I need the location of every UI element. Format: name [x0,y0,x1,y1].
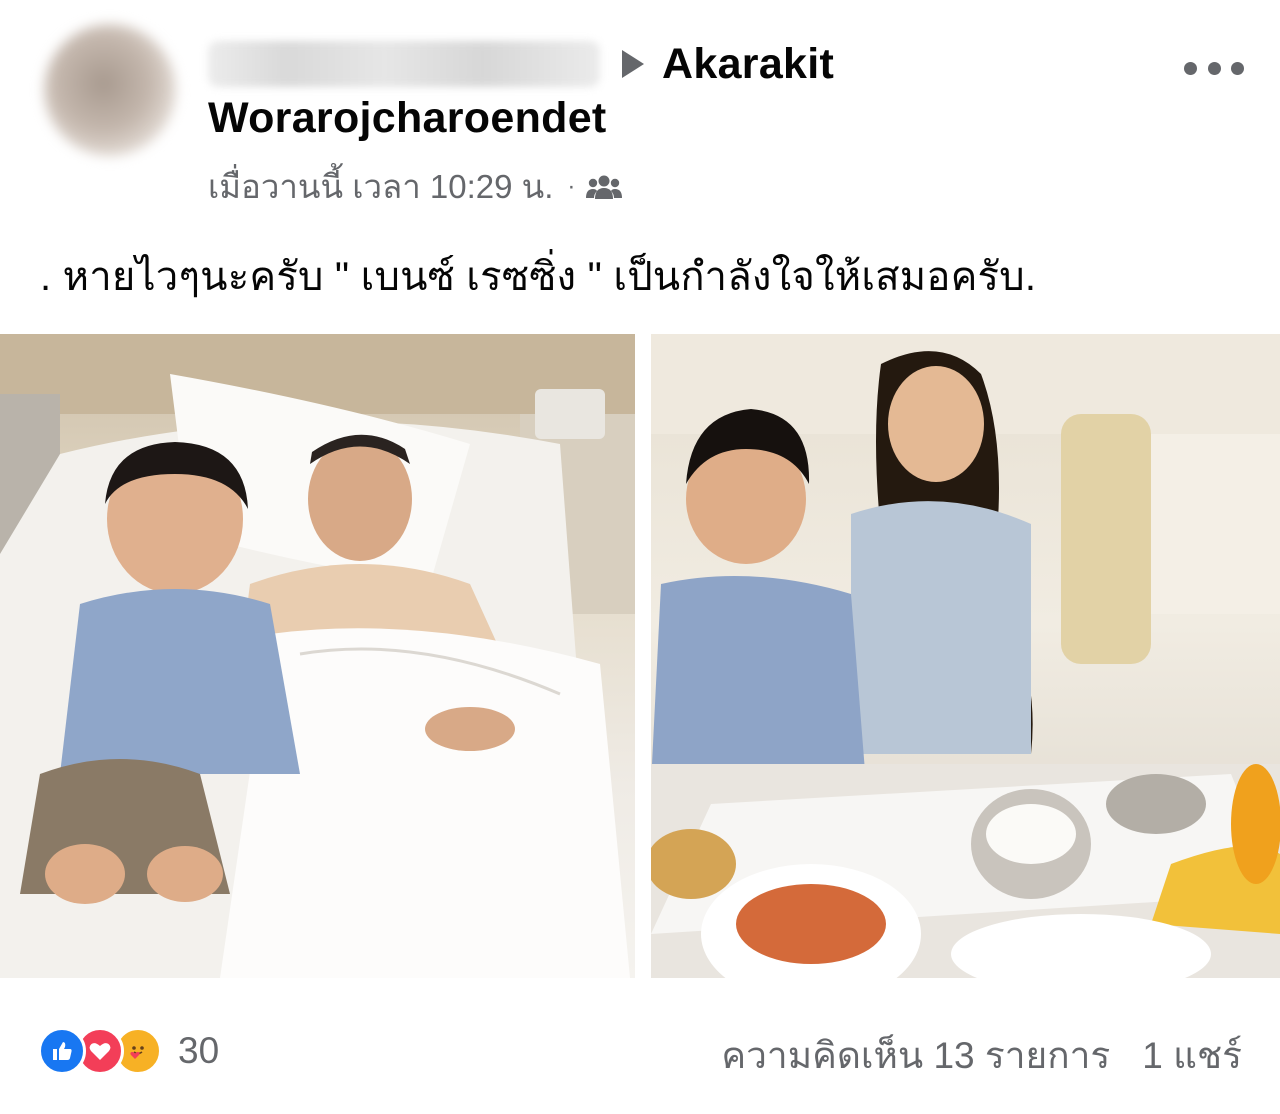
post-stats: ความคิดเห็น 13 รายการ 1 แชร์ [721,1026,1242,1085]
more-options-icon[interactable] [1184,48,1244,88]
more-dot [1231,61,1244,75]
post-photo-hospital[interactable] [0,334,635,978]
meal-photo-illustration [651,334,1280,978]
more-dot [1184,61,1197,75]
group-icon[interactable] [585,174,623,200]
author-name-blurred[interactable] [208,41,600,87]
more-dot [1207,61,1221,75]
hospital-photo-illustration [0,334,635,978]
comments-count-link[interactable]: ความคิดเห็น 13 รายการ [721,1026,1110,1085]
target-page-name-continued[interactable]: Worarojcharoendet [208,94,607,143]
post-caption: . หายไวๆนะครับ " เบนซ์ เรซซิ่ง " เป็นกำล… [40,255,1037,299]
post-timestamp[interactable]: เมื่อวานนี้ เวลา 10:29 น. [208,160,553,213]
reaction-summary[interactable]: 30 [38,1024,219,1078]
meta-separator: · [567,172,576,200]
post-photo-meal[interactable] [651,334,1280,978]
shares-count-link[interactable]: 1 แชร์ [1142,1026,1242,1085]
target-page-name[interactable]: Akarakit [662,40,834,89]
reaction-count: 30 [178,1030,220,1071]
author-avatar[interactable] [44,24,176,156]
like-icon [38,1027,86,1075]
post-header: Akarakit [208,36,834,92]
right-triangle-icon [622,50,644,78]
post-meta: เมื่อวานนี้ เวลา 10:29 น. · [208,160,623,213]
